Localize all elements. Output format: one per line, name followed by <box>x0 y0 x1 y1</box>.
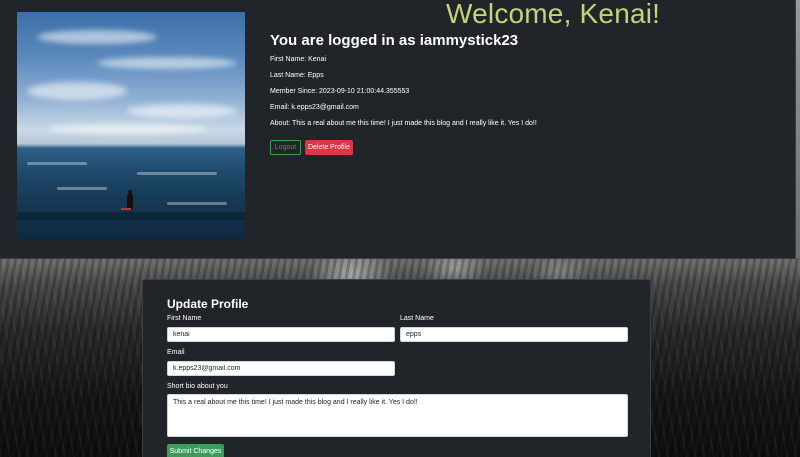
first-name-input[interactable] <box>167 327 395 342</box>
last-name-text: Last Name: Epps <box>270 72 324 79</box>
update-profile-form: Update Profile First Name Last Name Emai… <box>142 279 651 457</box>
last-name-label: Last Name <box>400 315 434 322</box>
profile-card: Welcome, Kenai! You are logged in as iam… <box>0 0 796 259</box>
email-label: Email <box>167 349 185 356</box>
profile-photo <box>17 12 245 239</box>
first-name-text: First Name: Kenai <box>270 56 327 63</box>
email-input[interactable] <box>167 361 395 376</box>
bio-label: Short bio about you <box>167 383 228 390</box>
last-name-input[interactable] <box>400 327 628 342</box>
first-name-label: First Name <box>167 315 202 322</box>
logged-in-heading: You are logged in as iammystick23 <box>270 32 519 49</box>
welcome-heading: Welcome, Kenai! <box>446 0 661 29</box>
form-title: Update Profile <box>167 297 249 311</box>
member-since-text: Member Since: 2023-09-10 21:00:44.355553 <box>270 88 410 95</box>
submit-changes-button[interactable]: Submit Changes <box>167 444 224 457</box>
delete-profile-button[interactable]: Delete Profile <box>305 140 353 155</box>
email-text: Email: k.epps23@gmail.com <box>270 104 359 111</box>
bio-textarea[interactable]: This a real about me this time! I just m… <box>167 394 628 437</box>
about-text: About: This a real about me this time! I… <box>270 120 537 127</box>
logout-button[interactable]: Logout <box>270 140 301 155</box>
